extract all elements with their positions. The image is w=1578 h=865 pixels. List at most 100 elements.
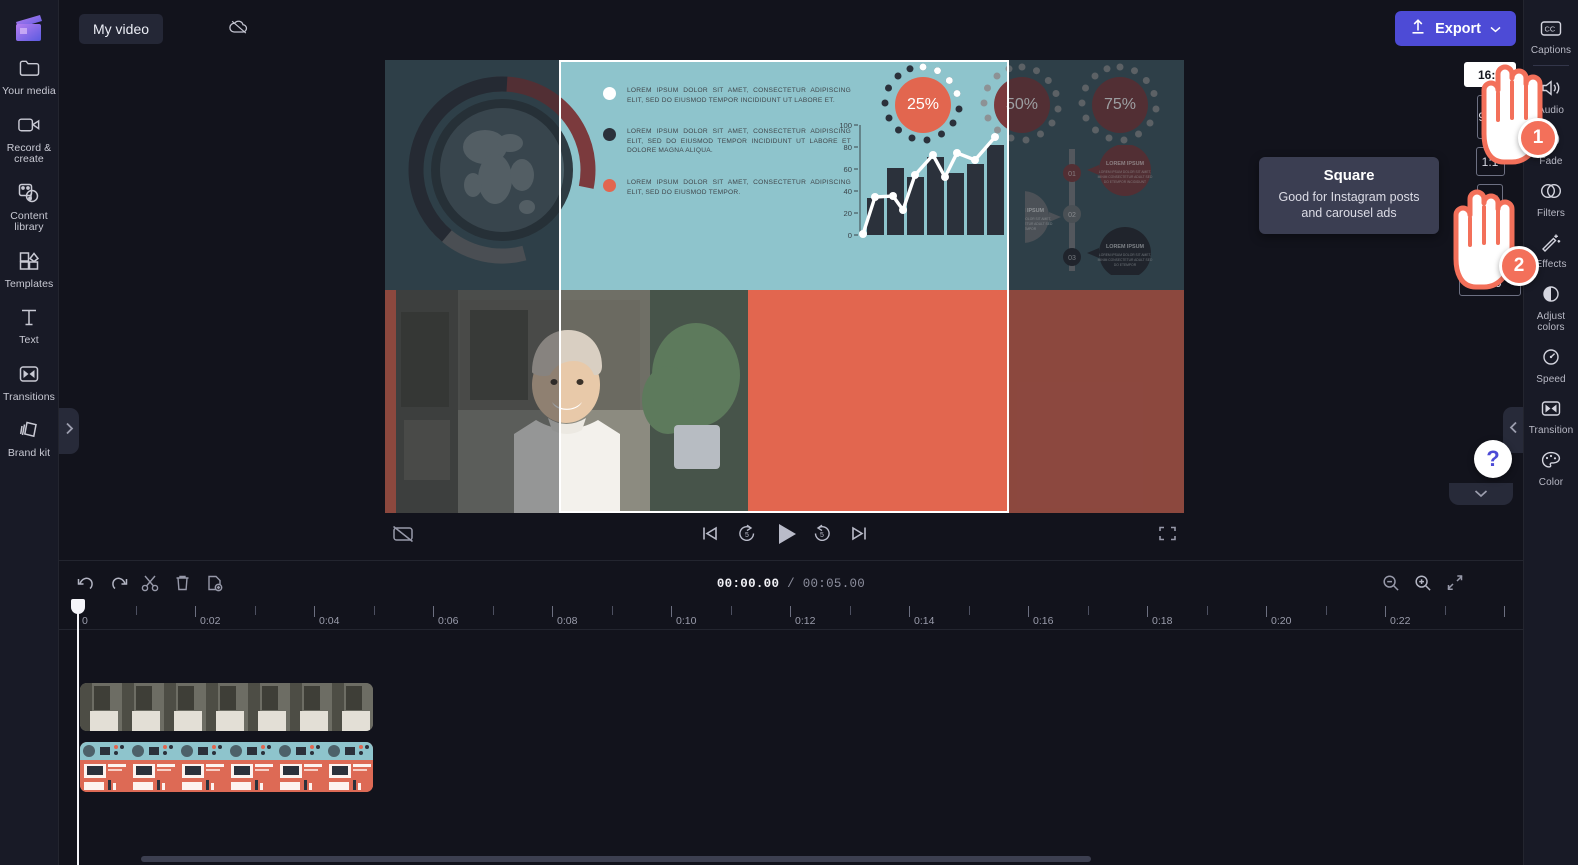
rewind-5-icon: 5: [737, 524, 757, 548]
panel-collapse-button[interactable]: [1449, 483, 1513, 505]
right-item-speed[interactable]: Speed: [1524, 337, 1578, 389]
speedometer-icon: [1538, 344, 1564, 370]
svg-text:LOREM IPSUM DOLOR SIT AMET,: LOREM IPSUM DOLOR SIT AMET,: [1025, 217, 1051, 221]
sidebar-item-brand-kit[interactable]: Brand kit: [0, 408, 59, 465]
speaker-icon: [1538, 75, 1564, 101]
right-item-label: Filters: [1537, 207, 1565, 219]
timeline-tracks[interactable]: [59, 630, 1578, 865]
timeline-playhead[interactable]: [71, 599, 85, 865]
timeline-clip-infographic[interactable]: [80, 742, 373, 792]
filmstrip: [80, 742, 373, 792]
sidebar-item-templates[interactable]: Templates: [0, 239, 59, 296]
svg-text:80: 80: [844, 143, 852, 152]
timeline-clip-video[interactable]: [80, 683, 373, 731]
rewind-5s-button[interactable]: 5: [732, 521, 762, 551]
aspect-ratio-4-5[interactable]: 4:5: [1477, 184, 1503, 216]
zoom-out-button[interactable]: [1378, 572, 1404, 598]
sidebar-label: Your media: [2, 85, 56, 97]
sidebar-item-content-library[interactable]: Content library: [0, 171, 59, 239]
bullet-dot: [603, 128, 616, 142]
preview-photo-clip: [396, 290, 748, 513]
skip-to-end-button[interactable]: [844, 521, 874, 551]
skip-to-start-button[interactable]: [695, 521, 725, 551]
right-item-label: Color: [1538, 476, 1564, 488]
fullscreen-button[interactable]: [1152, 521, 1182, 551]
play-icon: [776, 522, 798, 551]
help-button[interactable]: ?: [1474, 440, 1512, 478]
ruler-label: 0:08: [557, 615, 578, 627]
percent-ring-25: 25%: [895, 77, 951, 133]
ruler-label: 0:18: [1152, 615, 1173, 627]
ruler-label: 0:06: [438, 615, 459, 627]
current-time: 00:00.00: [716, 577, 780, 591]
fit-to-screen-button[interactable]: [1442, 572, 1468, 598]
annotation-badge-1: 1: [1518, 118, 1558, 158]
right-item-adjust-colors[interactable]: Adjust colors: [1524, 274, 1578, 337]
right-item-audio[interactable]: Audio: [1524, 68, 1578, 120]
preview-stage: Lorem ipsum dolor sit amet, consectetur …: [59, 58, 1523, 513]
svg-text:5: 5: [820, 532, 824, 539]
left-panel-expand-button[interactable]: [59, 408, 79, 454]
sidebar-label: Content library: [10, 209, 48, 233]
play-button[interactable]: [770, 521, 804, 551]
aspect-ratio-tooltip: Square Good for Instagram posts and caro…: [1259, 157, 1439, 234]
aspect-ratio-9-16[interactable]: 9:16: [1477, 95, 1503, 139]
bullet-dot: [603, 178, 616, 192]
sidebar-item-text[interactable]: Text: [0, 295, 59, 352]
right-item-filters[interactable]: Filters: [1524, 171, 1578, 223]
sidebar-item-your-media[interactable]: Your media: [0, 46, 59, 103]
bullet-item: Lorem ipsum dolor sit amet, consectetur …: [603, 86, 851, 105]
globe-donut-graphic: [407, 75, 597, 265]
zoom-in-button[interactable]: [1410, 572, 1436, 598]
captions-off-button[interactable]: [388, 521, 418, 551]
fullscreen-icon: [1158, 525, 1177, 547]
right-item-captions[interactable]: CC Captions: [1524, 8, 1578, 60]
sidebar-label: Text: [19, 334, 39, 346]
upload-icon: [1410, 18, 1426, 39]
export-button[interactable]: Export: [1395, 11, 1516, 46]
percent-value: 50%: [1005, 96, 1039, 113]
bullet-dot: [603, 87, 616, 100]
ratio-label: 1:1: [1481, 154, 1499, 169]
clipchamp-logo[interactable]: [12, 12, 46, 46]
sidebar-item-record-create[interactable]: Record & create: [0, 103, 59, 171]
right-item-label: Adjust colors: [1536, 310, 1566, 334]
question-mark-icon: ?: [1486, 446, 1500, 471]
svg-text:5: 5: [745, 532, 749, 539]
sidebar-item-transitions[interactable]: Transitions: [0, 352, 59, 409]
timeline-ruler[interactable]: 0 0:02 0:04 0:06 0:08 0:10 0:12 0:14 0:1…: [59, 606, 1578, 630]
video-preview-canvas[interactable]: Lorem ipsum dolor sit amet, consectetur …: [385, 60, 1184, 513]
right-item-label: Speed: [1536, 373, 1566, 385]
ruler-label: 0: [82, 615, 88, 627]
skip-to-start-icon: [701, 525, 719, 547]
aspect-ratio-16-9[interactable]: 16:9: [1464, 62, 1516, 87]
cloud-off-button[interactable]: [222, 14, 256, 44]
right-item-color[interactable]: Color: [1524, 440, 1578, 492]
aspect-ratio-2-3[interactable]: 2:3: [1477, 224, 1503, 262]
ratio-label: 2:3: [1481, 236, 1499, 250]
annotation-badge-2: 2: [1499, 246, 1539, 286]
content-library-icon: [16, 180, 42, 206]
fit-to-screen-icon: [1446, 574, 1464, 596]
svg-text:DO ETEMPOR INCIDIDUNT: DO ETEMPOR INCIDIDUNT: [1104, 180, 1146, 184]
ratio-label: 21:9: [1478, 276, 1502, 290]
right-item-label: Audio: [1537, 104, 1565, 116]
infographic-top-section: Lorem ipsum dolor sit amet, consectetur …: [385, 60, 1184, 290]
magic-wand-icon: [1538, 229, 1564, 255]
svg-text:0: 0: [848, 231, 852, 240]
chevron-left-icon: [1509, 421, 1518, 439]
project-title-field[interactable]: My video: [79, 14, 164, 44]
svg-text:02: 02: [1068, 212, 1076, 219]
left-sidebar: Your media Record & create Content libra…: [0, 0, 59, 865]
playhead-handle[interactable]: [71, 599, 85, 614]
project-title-text: My video: [93, 21, 150, 37]
svg-text:40: 40: [844, 187, 852, 196]
zoom-in-icon: [1414, 574, 1432, 597]
ratio-label: 16:9: [1477, 67, 1503, 82]
chevron-down-icon: [1490, 21, 1501, 37]
svg-text:100: 100: [839, 121, 852, 130]
aspect-ratio-1-1[interactable]: 1:1: [1475, 147, 1505, 176]
forward-5s-button[interactable]: 5: [807, 521, 837, 551]
timeline-horizontal-scrollbar[interactable]: [141, 856, 1091, 862]
right-item-transition[interactable]: Transition: [1524, 388, 1578, 440]
